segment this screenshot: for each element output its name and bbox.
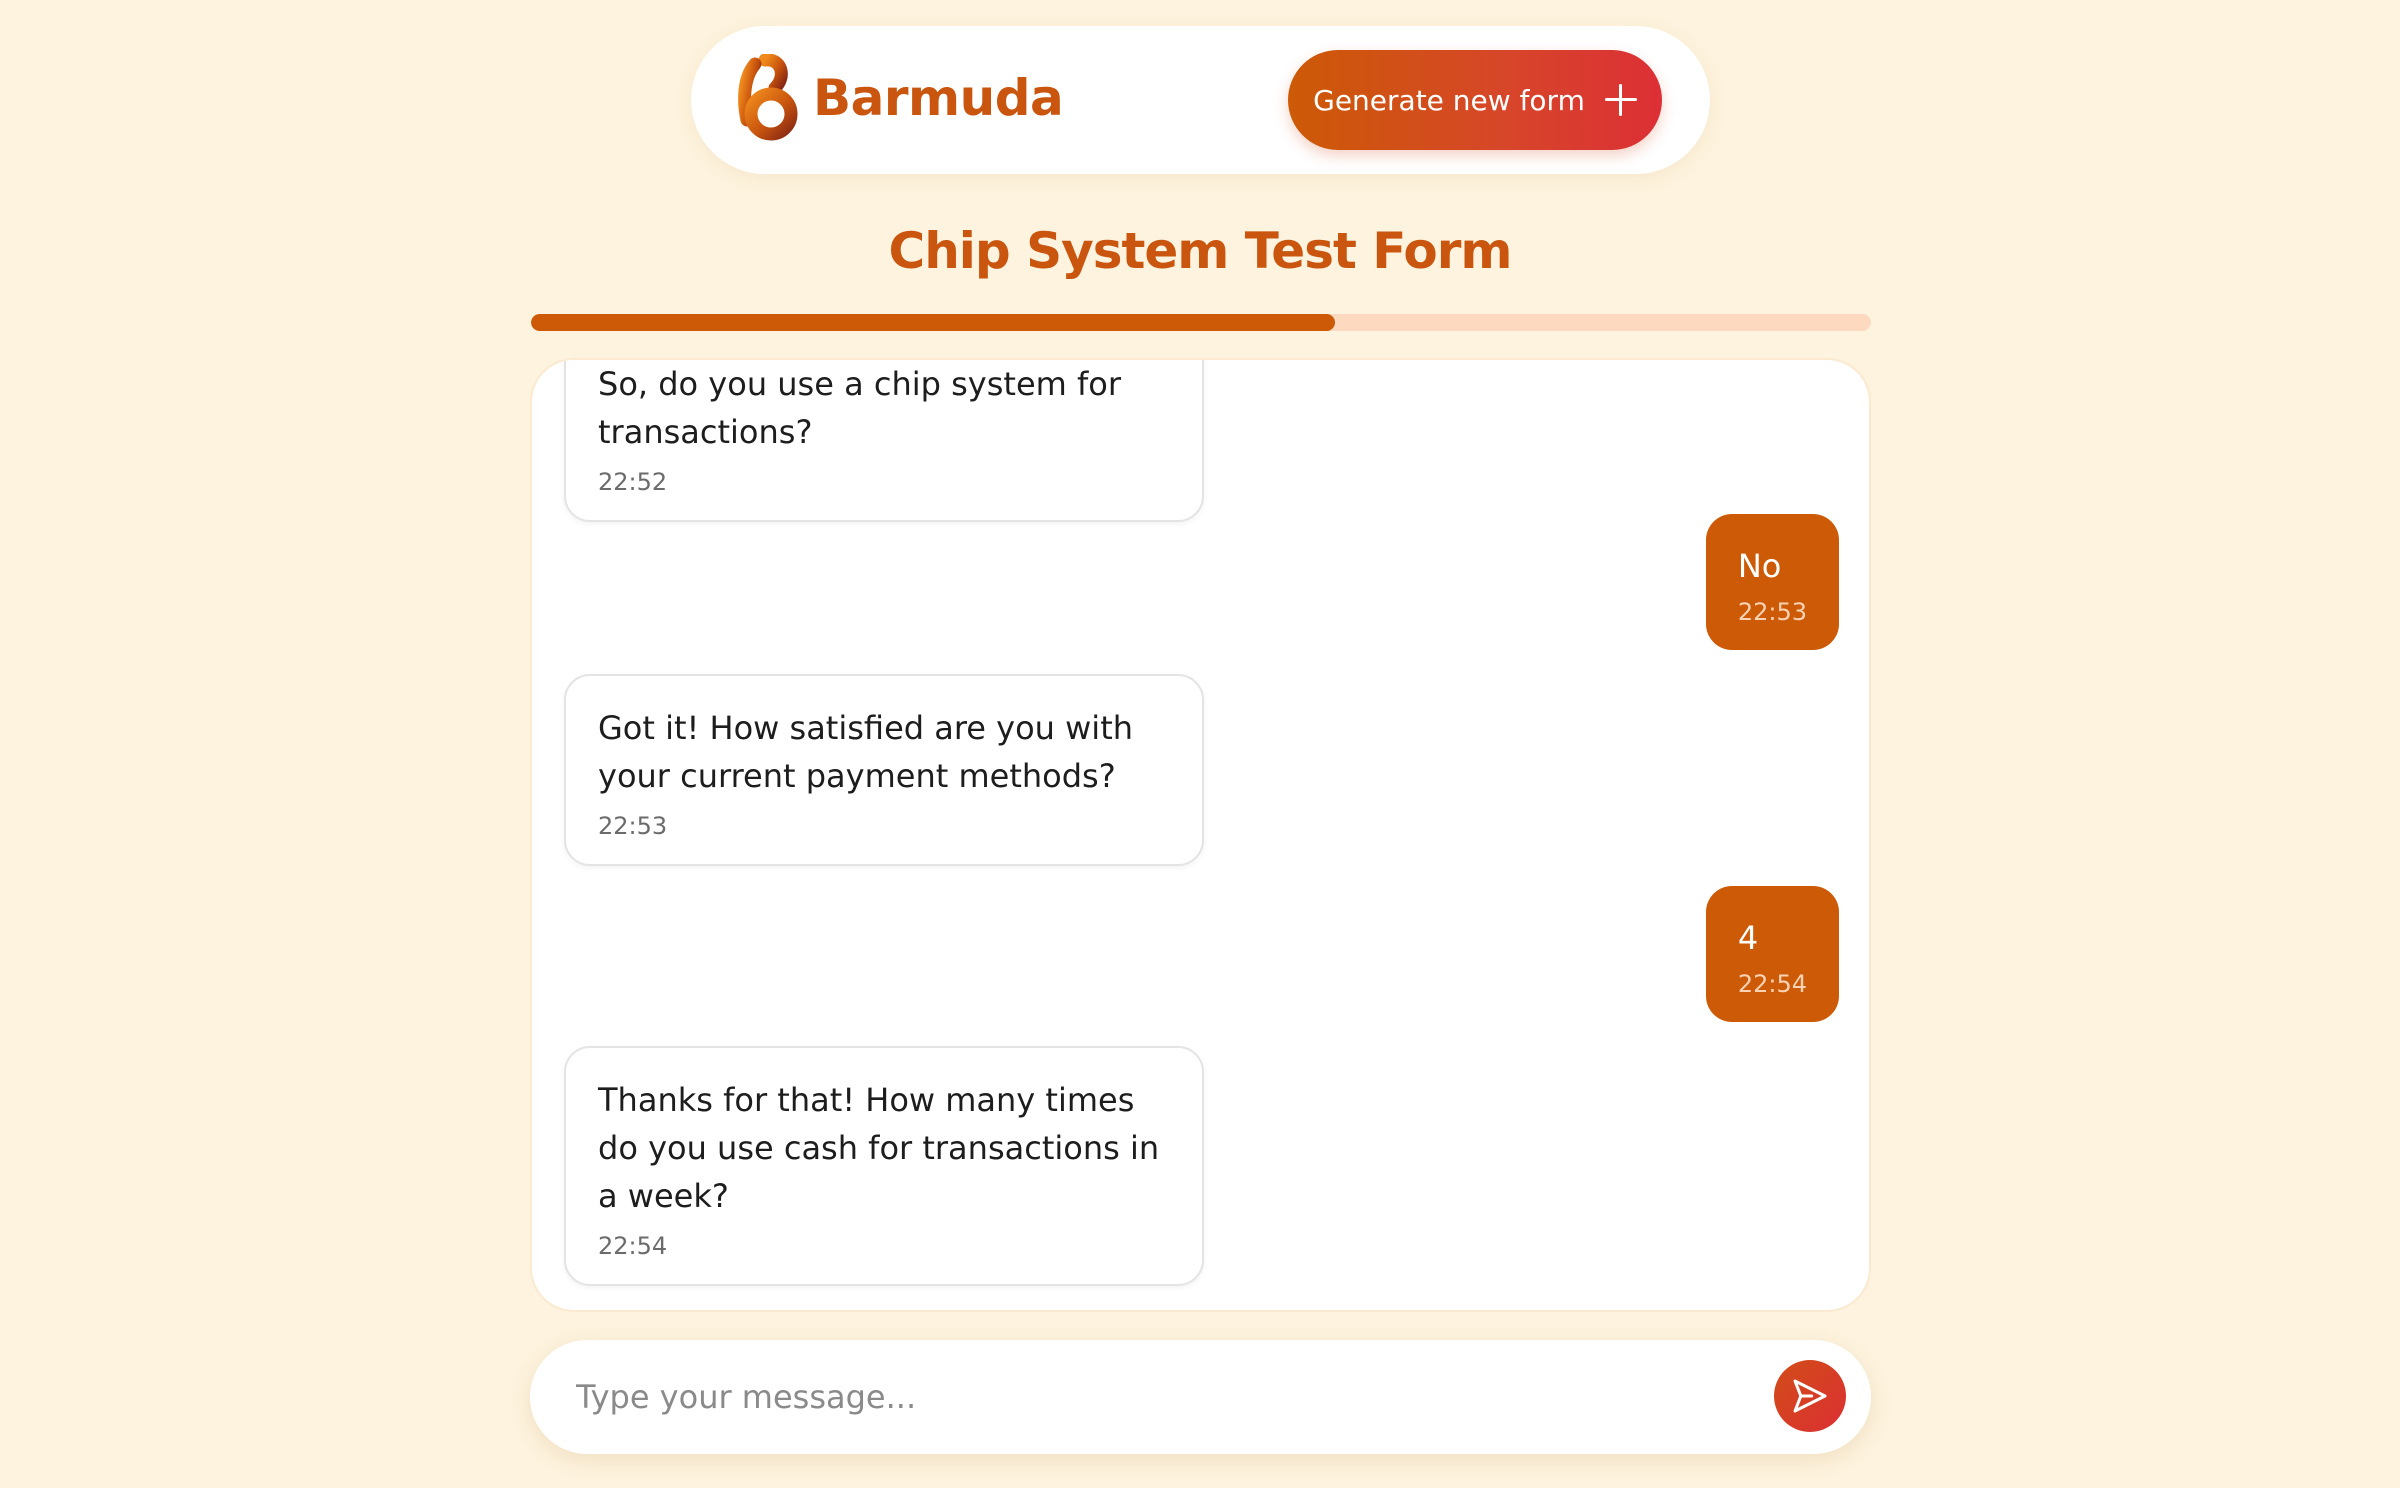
message-text: 4 [1737, 919, 1759, 957]
progress-fill [531, 314, 1335, 331]
user-message: 4 22:54 [1705, 886, 1839, 1022]
form-title: Chip System Test Form [888, 222, 1513, 280]
bot-message: So, do you use a chip system for transac… [564, 360, 1204, 522]
progress-bar [531, 314, 1871, 331]
message-text: So, do you use a chip system for transac… [598, 365, 1121, 451]
barmuda-logo-icon [738, 54, 798, 141]
page: Barmuda Generate new form Chip System Te… [0, 0, 2400, 1488]
bot-message: Thanks for that! How many times do you u… [564, 1046, 1204, 1286]
chat-panel[interactable]: So, do you use a chip system for transac… [530, 358, 1871, 1312]
message-text: Thanks for that! How many times do you u… [598, 1081, 1160, 1215]
message-text: Got it! How satisfied are you with your … [598, 709, 1134, 795]
user-message: No 22:53 [1705, 514, 1839, 650]
generate-new-form-label: Generate new form [1313, 83, 1585, 117]
message-time: 22:53 [598, 812, 668, 840]
message-time: 22:54 [1737, 970, 1807, 998]
generate-new-form-button[interactable]: Generate new form [1288, 50, 1662, 150]
top-header: Barmuda Generate new form [691, 26, 1710, 174]
message-input[interactable] [576, 1362, 1736, 1432]
brand-name: Barmuda [813, 69, 1064, 127]
plus-icon [1604, 84, 1637, 116]
message-composer [530, 1340, 1871, 1454]
send-button[interactable] [1774, 1360, 1846, 1432]
bot-message: Got it! How satisfied are you with your … [564, 674, 1204, 866]
message-text: No [1737, 547, 1782, 585]
message-time: 22:53 [1737, 598, 1807, 626]
message-time: 22:54 [598, 1232, 668, 1260]
send-icon [1793, 1379, 1827, 1413]
message-time: 22:52 [598, 468, 668, 496]
